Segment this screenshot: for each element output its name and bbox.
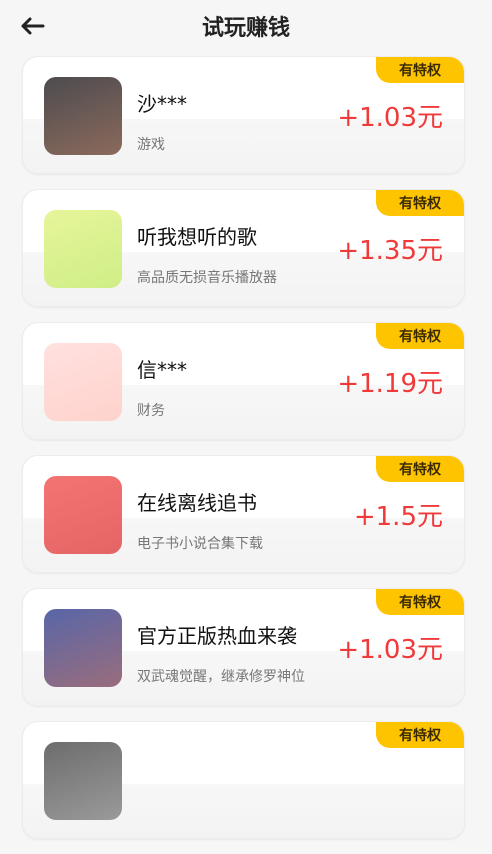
reward-amount: +1.5元 — [353, 502, 443, 532]
task-card[interactable]: 有特权 听我想听的歌 高品质无损音乐播放器 +1.35元 — [22, 189, 465, 307]
privilege-badge: 有特权 — [376, 456, 464, 482]
app-name: 沙*** — [137, 92, 187, 116]
privilege-badge: 有特权 — [376, 722, 464, 748]
app-icon — [44, 476, 122, 554]
task-card[interactable]: 有特权 官方正版热血来袭 双武魂觉醒，继承修罗神位 +1.03元 — [22, 588, 465, 706]
page-title: 试玩赚钱 — [201, 16, 290, 41]
app-name: 官方正版热血来袭 — [137, 624, 297, 648]
reward-amount: +1.03元 — [337, 635, 443, 665]
task-card[interactable]: 有特权 — [22, 721, 465, 839]
app-description: 双武魂觉醒，继承修罗神位 — [137, 669, 305, 685]
privilege-badge: 有特权 — [376, 190, 464, 216]
privilege-badge: 有特权 — [376, 589, 464, 615]
task-card[interactable]: 有特权 在线离线追书 电子书小说合集下载 +1.5元 — [22, 455, 465, 573]
app-icon — [44, 609, 122, 687]
privilege-badge: 有特权 — [376, 323, 464, 349]
privilege-badge: 有特权 — [376, 57, 464, 83]
reward-amount: +1.19元 — [337, 369, 443, 399]
app-icon — [44, 210, 122, 288]
reward-amount: +1.03元 — [337, 103, 443, 133]
app-description: 高品质无损音乐播放器 — [137, 270, 277, 286]
app-description: 游戏 — [137, 137, 165, 153]
app-icon — [44, 343, 122, 421]
app-icon — [44, 742, 122, 820]
app-description: 财务 — [137, 403, 165, 419]
top-bar: 试玩赚钱 — [0, 0, 492, 52]
task-card[interactable]: 有特权 信*** 财务 +1.19元 — [22, 322, 465, 440]
task-list: 有特权 沙*** 游戏 +1.03元 有特权 听我想听的歌 高品质无损音乐播放器… — [22, 56, 465, 854]
app-name: 信*** — [137, 358, 187, 382]
app-icon — [44, 77, 122, 155]
app-name: 听我想听的歌 — [137, 225, 257, 249]
task-card[interactable]: 有特权 沙*** 游戏 +1.03元 — [22, 56, 465, 174]
app-description: 电子书小说合集下载 — [137, 536, 263, 552]
app-name: 在线离线追书 — [137, 491, 257, 515]
reward-amount: +1.35元 — [337, 236, 443, 266]
